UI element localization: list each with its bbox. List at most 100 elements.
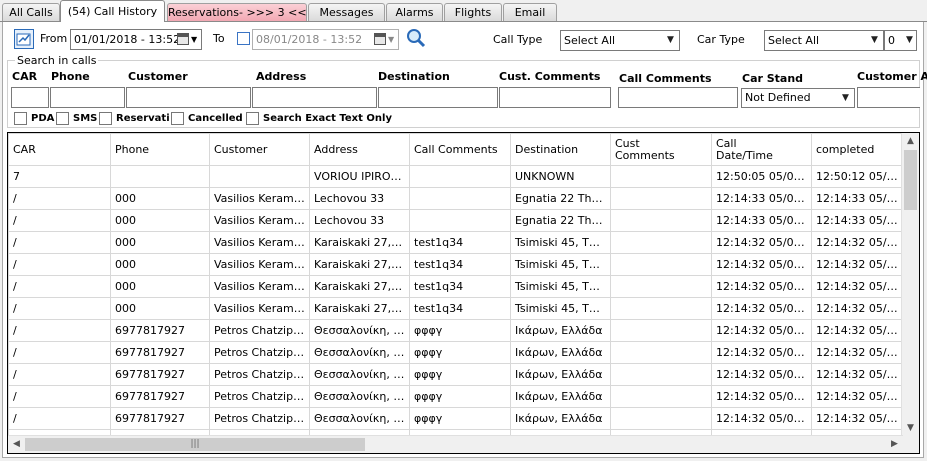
tab-all-calls[interactable]: All Calls xyxy=(2,3,60,21)
magnifier-icon xyxy=(407,29,426,48)
column-header[interactable]: Call Date/Time xyxy=(711,133,812,166)
table-row[interactable]: /6977817927Petros ChatzipapasΘεσσαλονίκη… xyxy=(8,407,904,430)
table-cell: Egnatia 22 Thess... xyxy=(510,187,611,210)
table-cell: 12:14:33 05/01/... xyxy=(711,209,812,232)
table-header-row: CAR Phone Customer Address Call Comments Dest… xyxy=(8,133,904,166)
table-cell: / xyxy=(8,275,111,298)
call-type-label: Call Type xyxy=(493,33,543,46)
car-type-count-select[interactable]: 0 ▼ xyxy=(884,30,917,51)
column-header[interactable]: CAR xyxy=(8,133,111,166)
scroll-right-icon[interactable]: ▶ xyxy=(886,436,903,453)
column-header[interactable]: Destination xyxy=(510,133,611,166)
calendar-icon xyxy=(177,33,189,45)
chevron-down-icon: ▼ xyxy=(191,35,198,44)
column-header[interactable]: Customer xyxy=(209,133,310,166)
table-row[interactable]: /6977817927Petros ChatzipapasΘεσσαλονίκη… xyxy=(8,363,904,386)
table-cell: / xyxy=(8,341,111,364)
to-date-picker[interactable]: 08/01/2018 - 13:52 ▼ xyxy=(252,29,399,50)
chevron-down-icon: ▼ xyxy=(388,35,395,44)
search-phone-input[interactable] xyxy=(50,87,125,108)
table-cell: / xyxy=(8,209,111,232)
search-car-input[interactable] xyxy=(11,87,49,108)
table-cell: 12:14:32 05/01/... xyxy=(711,231,812,254)
table-cell: Tsimiski 45, Thes... xyxy=(510,297,611,320)
table-cell: Vasilios Keramaris xyxy=(209,231,310,254)
tab-call-history[interactable]: (54) Call History xyxy=(60,0,165,22)
table-row[interactable]: /000 Vasilios Keramaris Karaiskaki 27, Si.… xyxy=(8,231,904,254)
exact-text-checkbox[interactable] xyxy=(246,112,259,125)
table-cell: 12:14:32 05/01/... xyxy=(811,407,904,430)
table-cell: Karaiskaki 27, Si... xyxy=(309,297,410,320)
to-date-checkbox[interactable] xyxy=(237,32,250,45)
column-header[interactable]: Phone xyxy=(110,133,210,166)
search-cust-comments-input[interactable] xyxy=(499,87,611,108)
pda-checkbox[interactable] xyxy=(14,112,27,125)
table-cell xyxy=(610,209,712,232)
table-cell: 12:14:32 05/01/... xyxy=(811,341,904,364)
tab-messages[interactable]: Messages xyxy=(308,3,385,21)
column-header[interactable]: Address xyxy=(309,133,410,166)
horizontal-scrollbar[interactable]: ◀ ||| ▶ xyxy=(8,435,903,453)
scroll-up-icon[interactable]: ▲ xyxy=(902,133,919,150)
search-call-comments-input[interactable] xyxy=(618,87,738,108)
table-cell: test1q34 xyxy=(409,275,511,298)
table-cell: Ικάρων, Ελλάδα xyxy=(510,363,611,386)
from-date-picker[interactable]: 01/01/2018 - 13:52 ▼ xyxy=(70,29,202,50)
table-row[interactable]: /000 Vasilios Keramaris Karaiskaki 27, Si.… xyxy=(8,297,904,320)
search-customer-input[interactable] xyxy=(126,87,251,108)
table-cell: 6977817927 xyxy=(110,319,210,342)
vertical-scrollbar[interactable]: ▲ ▼ xyxy=(901,133,919,437)
scroll-thumb-horizontal[interactable]: ||| xyxy=(25,438,365,451)
tab-reservations[interactable]: Reservations- >>> 3 <<< xyxy=(167,3,307,21)
column-header[interactable]: completed xyxy=(811,133,904,166)
table-cell: Petros Chatzipapas xyxy=(209,385,310,408)
chevron-down-icon: ▼ xyxy=(906,35,913,45)
table-row[interactable]: 7 VORIOU IPIROU... UNKNOWN 12:50:05 05/01/.… xyxy=(8,165,904,188)
table-cell xyxy=(610,275,712,298)
search-group-title: Search in calls xyxy=(15,54,99,67)
car-type-count-value: 0 xyxy=(888,34,895,47)
table-cell: Tsimiski 45, Thes... xyxy=(510,231,611,254)
scroll-left-icon[interactable]: ◀ xyxy=(8,436,25,453)
car-stand-select[interactable]: Not Defined ▼ xyxy=(741,88,855,108)
table-row[interactable]: /000 Vasilios Keramaris Karaiskaki 27, Si.… xyxy=(8,275,904,298)
tab-flights[interactable]: Flights xyxy=(444,3,502,21)
scroll-down-icon[interactable]: ▼ xyxy=(902,420,919,437)
table-cell: Θεσσαλονίκη, Ελ... xyxy=(309,407,410,430)
table-cell: Vasilios Keramaris xyxy=(209,275,310,298)
search-address-input[interactable] xyxy=(252,87,377,108)
table-cell: φφφγ xyxy=(409,407,511,430)
search-button[interactable] xyxy=(405,27,427,49)
table-cell: Vasilios Keramaris xyxy=(209,187,310,210)
search-customer-a-input[interactable] xyxy=(857,87,920,108)
table-cell: 6977817927 xyxy=(110,407,210,430)
car-type-select[interactable]: Select All ▼ xyxy=(764,30,884,51)
column-header[interactable]: Cust Comments xyxy=(610,133,712,166)
table-row[interactable]: /000 Vasilios Keramaris Karaiskaki 27, Si.… xyxy=(8,253,904,276)
table-row[interactable]: /6977817927Petros ChatzipapasΘεσσαλονίκη… xyxy=(8,385,904,408)
table-cell: Petros Chatzipapas xyxy=(209,363,310,386)
table-cell: 12:14:32 05/01/... xyxy=(711,297,812,320)
search-destination-input[interactable] xyxy=(378,87,498,108)
search-col-destination: Destination xyxy=(378,70,450,83)
table-row[interactable]: /000 Vasilios Keramaris Lechovou 33 Egnatia… xyxy=(8,209,904,232)
table-row[interactable]: /6977817927Petros ChatzipapasΘεσσαλονίκη… xyxy=(8,319,904,342)
table-row[interactable]: /6977817927Petros ChatzipapasΘεσσαλονίκη… xyxy=(8,341,904,364)
table-cell: 12:14:32 05/01/... xyxy=(711,253,812,276)
call-history-grid[interactable]: CAR Phone Customer Address Call Comments Dest… xyxy=(7,132,920,454)
reservation-checkbox[interactable] xyxy=(99,112,112,125)
table-cell xyxy=(610,363,712,386)
scroll-thumb[interactable] xyxy=(904,150,917,210)
call-type-select[interactable]: Select All ▼ xyxy=(560,30,680,51)
cancelled-checkbox[interactable] xyxy=(171,112,184,125)
tab-email[interactable]: Email xyxy=(503,3,557,21)
column-header[interactable]: Call Comments xyxy=(409,133,511,166)
refresh-button[interactable] xyxy=(14,29,34,49)
table-cell: 12:14:32 05/01/... xyxy=(811,363,904,386)
sms-checkbox[interactable] xyxy=(56,112,69,125)
chevron-down-icon: ▼ xyxy=(871,35,878,45)
table-row[interactable]: /000 Vasilios Keramaris Lechovou 33 Egnatia… xyxy=(8,187,904,210)
tab-alarms[interactable]: Alarms xyxy=(386,3,443,21)
car-type-value: Select All xyxy=(768,34,820,47)
table-cell: test1q34 xyxy=(409,231,511,254)
